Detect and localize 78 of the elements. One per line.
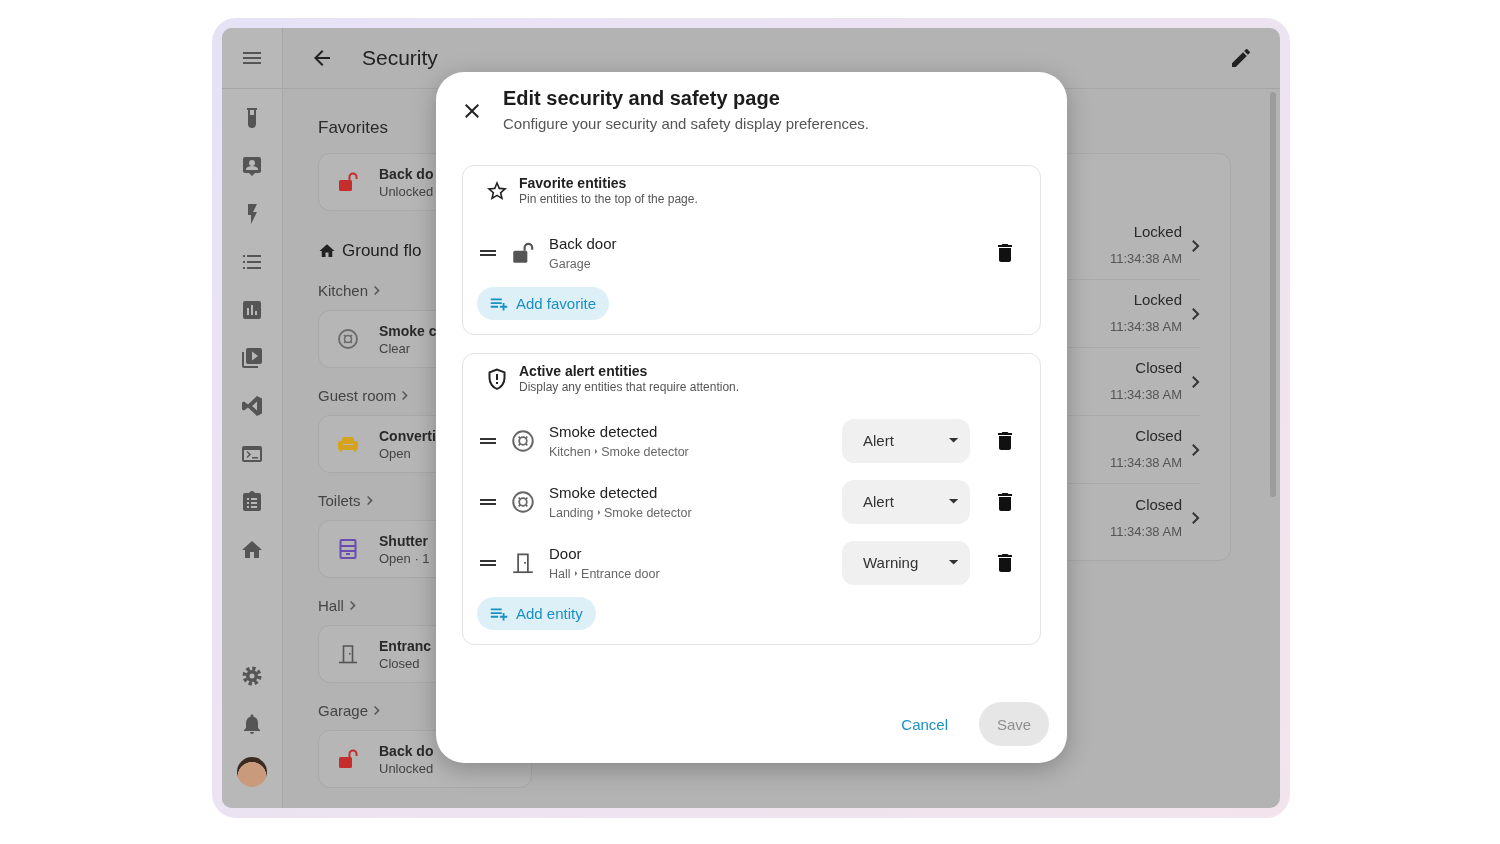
entity-name: Back do — [379, 164, 434, 183]
breadcrumb-label: Hall — [549, 565, 571, 582]
entity-name: Door — [549, 543, 583, 563]
chevron-icon[interactable] — [1192, 239, 1200, 252]
breadcrumb-label: Garage — [549, 255, 591, 272]
entity-state: Closed — [1135, 358, 1182, 378]
clipboard-icon[interactable] — [240, 490, 264, 514]
account-card-icon[interactable] — [240, 154, 264, 178]
area-link[interactable]: Toilets — [318, 491, 361, 509]
last-changed-time: 11:34:38 AM — [1109, 522, 1182, 541]
last-changed-time: 11:34:38 AM — [1109, 386, 1182, 404]
area-link[interactable]: Kitchen — [318, 281, 369, 299]
breadcrumb-label: Smoke detector — [601, 443, 689, 460]
last-changed-time: 11:34:38 AM — [1109, 454, 1182, 472]
severity-select[interactable]: Warning — [842, 540, 970, 585]
dialog-subtitle: Configure your security and safety display preferences. — [503, 114, 870, 134]
chevron-icon — [374, 705, 381, 715]
page-title: Security — [362, 46, 438, 70]
breadcrumb-label: Entrance door — [581, 565, 660, 582]
entity-state: Open · 1 — [379, 549, 430, 567]
entity-name: Back do — [379, 741, 434, 760]
chevron-icon — [349, 600, 356, 610]
chevron-icon[interactable] — [1192, 512, 1200, 524]
severity-select[interactable]: Alert — [842, 479, 970, 524]
entity-state: Open — [379, 444, 412, 462]
area-link[interactable]: Garage — [318, 701, 369, 719]
breadcrumb-label: Landing — [549, 504, 594, 521]
last-changed-time: 11:34:38 AM — [1109, 250, 1182, 268]
chevron-icon — [366, 495, 373, 505]
smoke-detector-icon — [336, 327, 360, 351]
smoke-detector-icon — [510, 488, 536, 515]
door-icon — [336, 642, 360, 666]
last-changed-time: 11:34:38 AM — [1109, 318, 1182, 336]
entity-state: Closed — [1135, 494, 1182, 515]
entity-state: Locked — [1133, 222, 1182, 242]
entity-state: Locked — [1133, 290, 1182, 310]
chevron-icon — [374, 285, 381, 295]
entity-name: Converti — [379, 426, 436, 445]
entity-state: Closed — [1135, 426, 1182, 446]
entity-name: Shutter — [379, 531, 429, 550]
entity-state: Clear — [379, 339, 412, 357]
user-avatar[interactable] — [237, 757, 267, 787]
entity-name: Smoke detected — [549, 421, 659, 441]
code-editor-icon[interactable] — [240, 394, 264, 418]
settings-icon[interactable] — [240, 664, 264, 688]
entity-name: Smoke detected — [549, 482, 659, 502]
section-description: Display any entities that require attention. — [519, 380, 740, 395]
edit-icon[interactable] — [1229, 46, 1253, 70]
caret-icon — [948, 499, 958, 504]
cancel-button[interactable]: Cancel — [885, 703, 964, 745]
home-icon — [318, 242, 336, 260]
entity-name: Entranc — [379, 636, 432, 655]
caret-right-icon — [594, 449, 598, 454]
caret-right-icon — [574, 571, 578, 576]
entity-state: Unlocked — [379, 182, 434, 200]
chevron-icon[interactable] — [1192, 375, 1200, 388]
caret-right-icon — [597, 510, 600, 515]
entity-state: Unlocked — [379, 759, 434, 777]
entity-name: Back door — [549, 233, 617, 253]
padlock-icon — [336, 747, 360, 771]
bar-chart-icon[interactable] — [240, 298, 264, 322]
smoke-detector-icon — [510, 427, 536, 454]
padlock-icon — [336, 170, 360, 194]
caret-icon — [948, 438, 958, 443]
breadcrumb-label: Kitchen — [549, 443, 591, 460]
star-icon — [485, 179, 509, 203]
entity-name: Smoke c — [379, 321, 437, 340]
media-icon[interactable] — [240, 346, 264, 370]
entity-state: Closed — [379, 654, 421, 672]
dialog-title: Edit security and safety page — [503, 86, 781, 110]
severity-select[interactable]: Alert — [842, 418, 970, 463]
breadcrumb-label: Smoke detector — [604, 504, 692, 521]
chevron-icon[interactable] — [1192, 307, 1200, 320]
area-link[interactable]: Guest room — [318, 386, 397, 404]
chevron-icon — [402, 390, 409, 400]
area-link[interactable]: Hall — [318, 596, 344, 614]
floor-name: Ground flo — [342, 241, 422, 261]
chevron-icon[interactable] — [1192, 443, 1200, 456]
